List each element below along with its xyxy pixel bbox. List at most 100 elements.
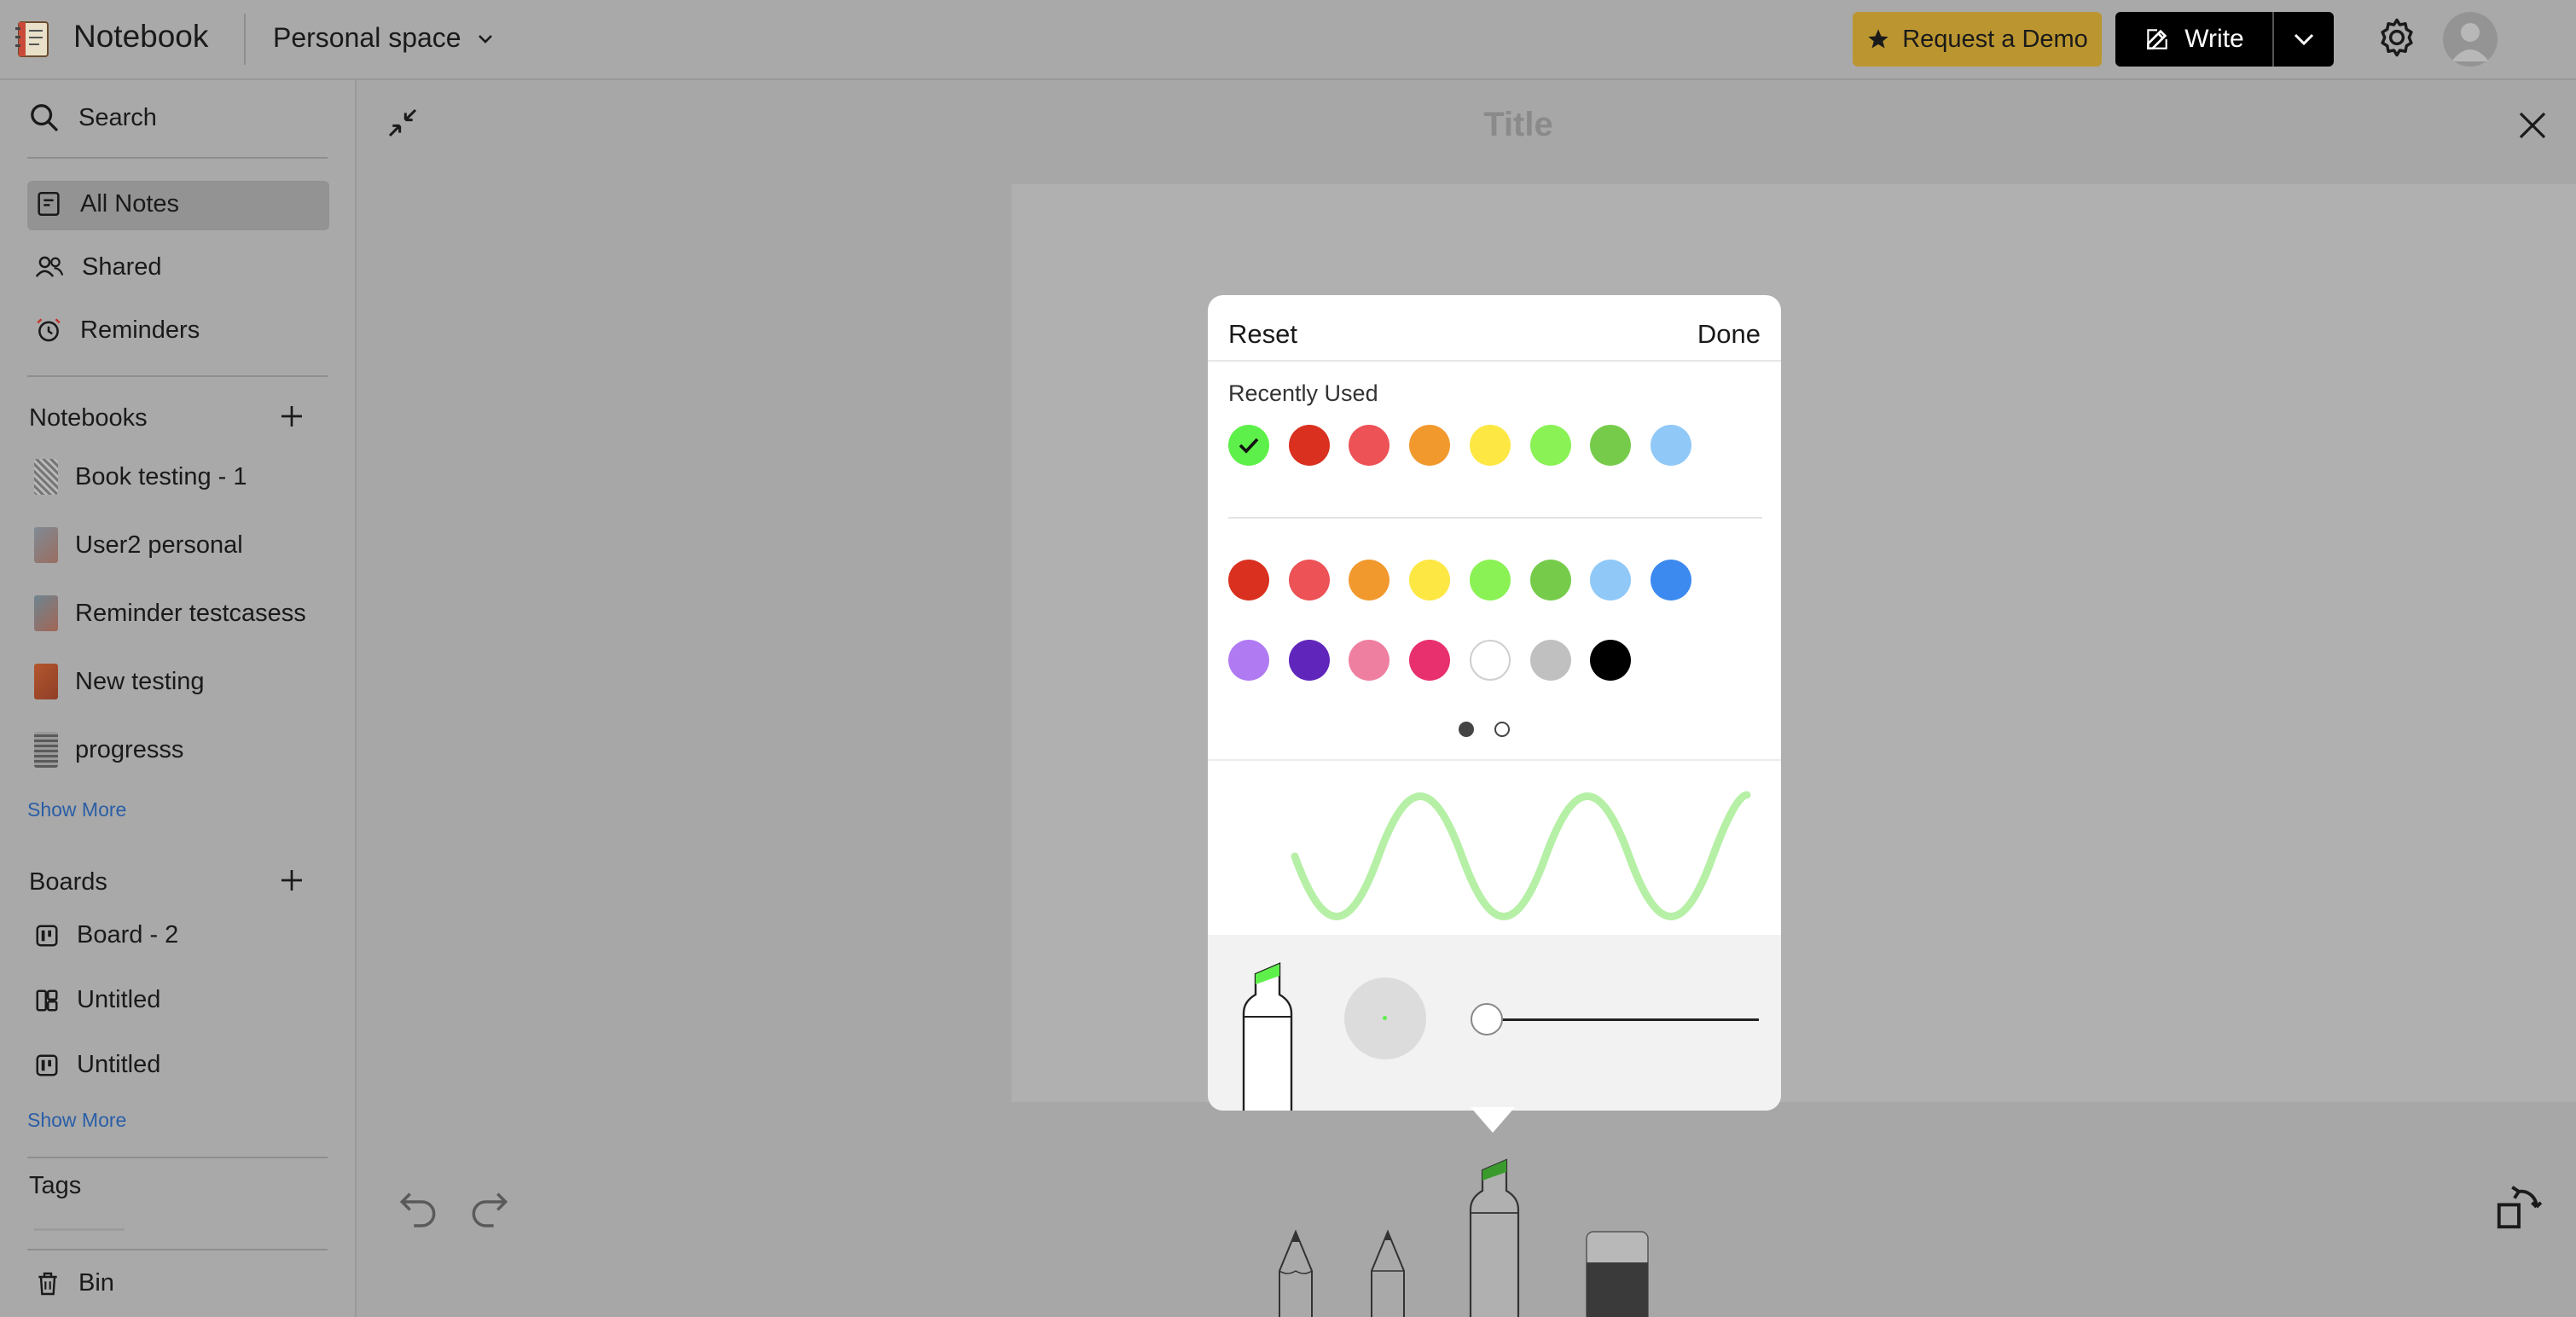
app-title: Notebook	[73, 19, 209, 54]
color-swatch[interactable]	[1590, 560, 1632, 600]
board-alt-icon	[36, 989, 58, 1011]
size-slider-track[interactable]	[1498, 1018, 1759, 1021]
color-swatch[interactable]	[1349, 640, 1390, 681]
color-swatch[interactable]	[1228, 560, 1269, 600]
chevron-down-icon	[478, 34, 492, 44]
sidebar-item-label: progresss	[75, 735, 184, 763]
write-options-button[interactable]	[2272, 12, 2334, 67]
sidebar-item-label: Bin	[78, 1269, 114, 1297]
page-dot[interactable]	[1494, 722, 1510, 737]
size-preview	[1344, 978, 1426, 1059]
stroke-preview-wave	[1291, 791, 1751, 920]
tool-settings	[1208, 935, 1781, 1111]
size-dot	[1383, 1016, 1387, 1020]
stroke-preview	[1208, 759, 1781, 935]
sidebar-item-label: Untitled	[77, 1051, 161, 1078]
color-swatch[interactable]	[1409, 425, 1451, 466]
pencil-tool-icon[interactable]	[1363, 1228, 1413, 1317]
size-slider-knob[interactable]	[1471, 1003, 1503, 1036]
color-swatch[interactable]	[1650, 425, 1691, 466]
notebook-cover	[34, 527, 58, 563]
done-button[interactable]: Done	[1697, 319, 1761, 350]
sidebar-item-label: Reminder testcasess	[75, 599, 306, 627]
sidebar-item-notebook[interactable]: Reminder testcasess	[34, 595, 316, 631]
add-board-icon[interactable]	[278, 867, 305, 894]
write-label: Write	[2184, 25, 2244, 53]
highlighter-tool-icon[interactable]	[1462, 1150, 1527, 1317]
sidebar-item-all-notes[interactable]: All Notes	[34, 189, 179, 218]
sidebar-item-notebook[interactable]: Book testing - 1	[34, 459, 247, 495]
boards-heading: Boards	[29, 868, 107, 896]
sidebar-item-bin[interactable]: Bin	[34, 1269, 114, 1297]
color-swatch[interactable]	[1469, 560, 1511, 600]
request-demo-button[interactable]: Request a Demo	[1853, 12, 2102, 67]
color-swatch[interactable]	[1529, 425, 1571, 466]
avatar[interactable]	[2443, 12, 2498, 67]
tags-heading: Tags	[29, 1172, 82, 1199]
color-swatch[interactable]	[1228, 640, 1269, 681]
sidebar: Search All Notes Shared Reminders Notebo…	[0, 80, 357, 1317]
sidebar-item-board[interactable]: Untitled	[34, 986, 160, 1014]
color-swatch[interactable]	[1349, 560, 1390, 600]
color-swatch[interactable]	[1288, 640, 1330, 681]
color-swatch[interactable]	[1409, 640, 1451, 681]
space-selector[interactable]: Personal space	[273, 22, 496, 54]
sidebar-item-label: New testing	[75, 667, 205, 695]
eraser-tool-icon[interactable]	[1583, 1228, 1651, 1317]
redo-icon[interactable]	[466, 1184, 513, 1232]
search-button[interactable]: Search	[27, 101, 157, 135]
sidebar-item-notebook[interactable]: progresss	[34, 732, 183, 768]
sidebar-item-board[interactable]: Untitled	[34, 1051, 160, 1079]
color-swatch[interactable]	[1650, 560, 1691, 600]
pen-tool-icon[interactable]	[1271, 1228, 1320, 1317]
undo-icon[interactable]	[394, 1184, 442, 1232]
sidebar-item-label: User2 personal	[75, 531, 243, 559]
note-title-input[interactable]: Title	[1433, 106, 1604, 144]
sidebar-item-board[interactable]: Board - 2	[34, 921, 178, 949]
notebook-cover	[34, 459, 58, 495]
sidebar-item-shared[interactable]: Shared	[34, 252, 162, 281]
collapse-icon[interactable]	[386, 106, 420, 140]
divider	[244, 14, 246, 65]
color-picker-popup: Reset Done Recently Used	[1208, 295, 1781, 1111]
divider	[27, 375, 328, 377]
space-label: Personal space	[273, 22, 461, 53]
color-swatch-selected[interactable]	[1228, 425, 1269, 466]
color-swatch[interactable]	[1590, 640, 1632, 681]
color-swatch[interactable]	[1529, 640, 1571, 681]
color-swatch[interactable]	[1288, 425, 1330, 466]
rotate-icon[interactable]	[2492, 1181, 2545, 1233]
color-swatch[interactable]	[1349, 425, 1390, 466]
alarm-icon	[37, 318, 61, 342]
sidebar-item-notebook[interactable]: New testing	[34, 664, 205, 699]
color-swatch[interactable]	[1469, 425, 1511, 466]
divider	[1228, 517, 1762, 519]
reset-button[interactable]: Reset	[1228, 319, 1297, 350]
notebook-cover	[34, 732, 58, 768]
search-icon	[31, 104, 59, 132]
divider	[27, 157, 328, 159]
gear-icon[interactable]	[2375, 15, 2419, 60]
close-icon[interactable]	[2515, 107, 2550, 143]
notebooks-show-more-link[interactable]: Show More	[27, 798, 126, 821]
sidebar-item-label: Book testing - 1	[75, 462, 247, 490]
notes-icon	[38, 191, 60, 217]
sidebar-item-notebook[interactable]: User2 personal	[34, 527, 243, 563]
sidebar-item-reminders[interactable]: Reminders	[34, 316, 200, 345]
board-icon	[36, 1054, 58, 1076]
color-swatch[interactable]	[1469, 640, 1511, 681]
color-swatch[interactable]	[1529, 560, 1571, 600]
sidebar-item-label: Reminders	[80, 316, 200, 344]
notebook-logo-icon	[15, 21, 49, 57]
checkmark-icon	[1239, 438, 1259, 454]
color-swatch[interactable]	[1590, 425, 1632, 466]
page-dot-active[interactable]	[1459, 722, 1474, 737]
color-swatch[interactable]	[1288, 560, 1330, 600]
boards-show-more-link[interactable]: Show More	[27, 1109, 126, 1132]
request-demo-label: Request a Demo	[1902, 25, 2088, 53]
color-swatch[interactable]	[1409, 560, 1451, 600]
write-button[interactable]: Write	[2115, 12, 2272, 67]
add-notebook-icon[interactable]	[278, 403, 305, 430]
search-label: Search	[78, 103, 157, 131]
sidebar-item-label: Untitled	[77, 986, 161, 1013]
